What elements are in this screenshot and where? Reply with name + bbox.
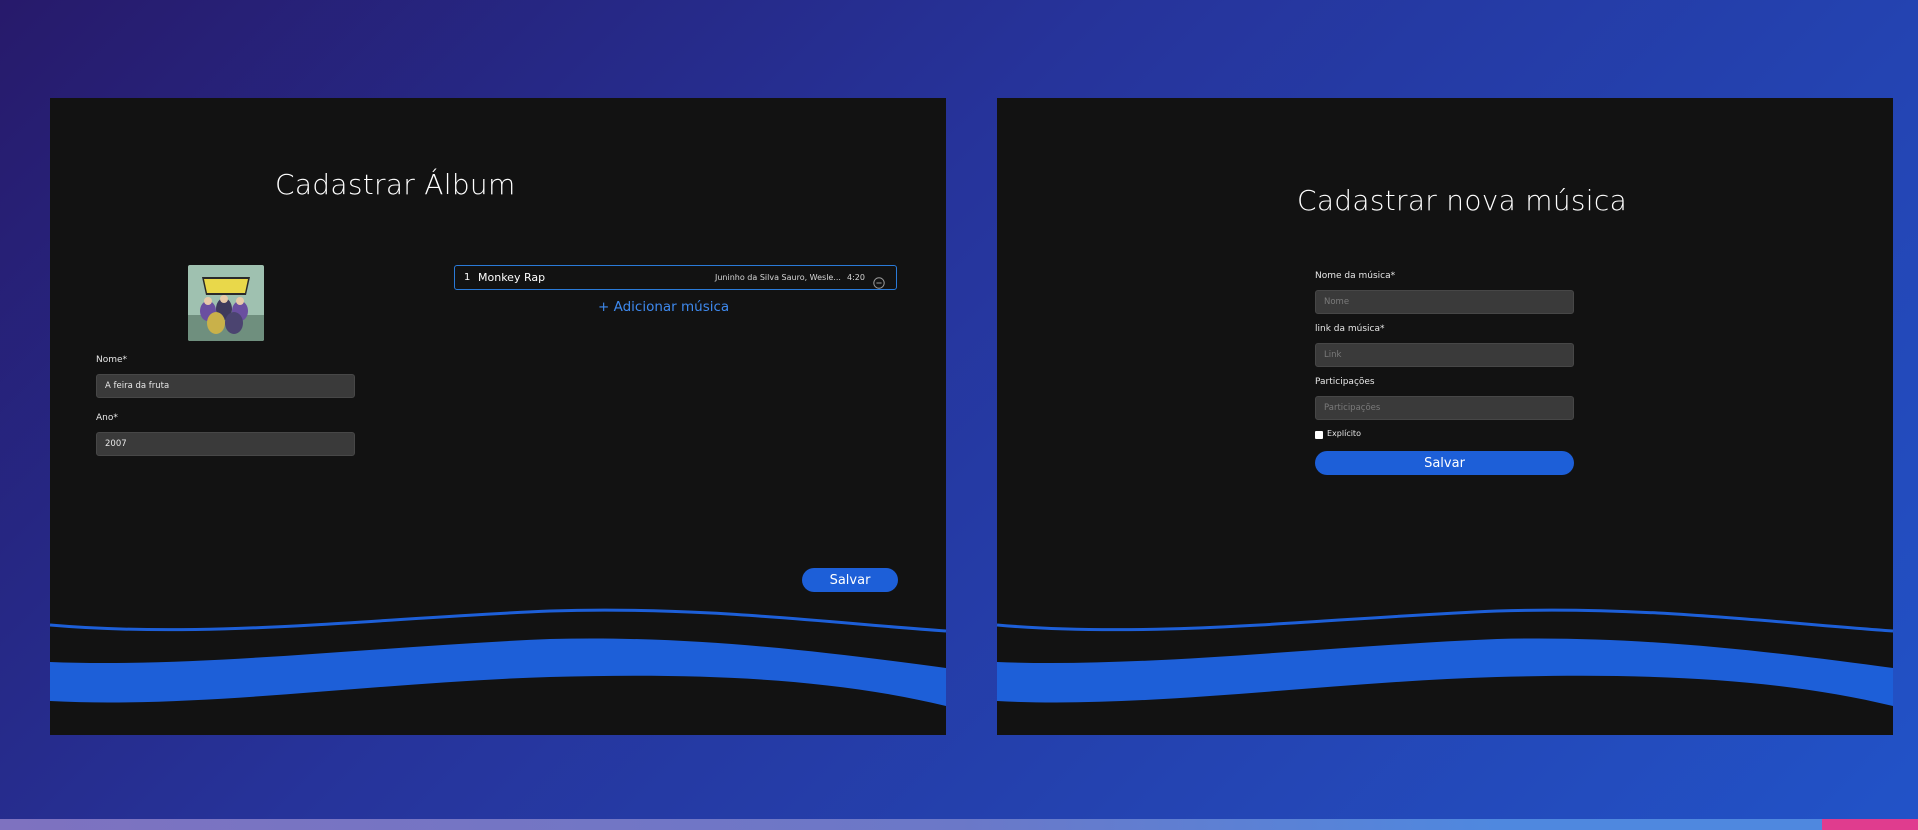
album-form-panel: Cadastrar Álbum Nome* Ano* 1 Monkey Rap … bbox=[50, 98, 946, 735]
bottom-strip bbox=[0, 819, 1918, 830]
decorative-waves bbox=[50, 608, 946, 706]
bottom-accent-bar bbox=[1822, 819, 1918, 830]
song-form-panel: Cadastrar nova música Nome da música* li… bbox=[997, 98, 1893, 735]
decorative-waves bbox=[997, 608, 1893, 706]
